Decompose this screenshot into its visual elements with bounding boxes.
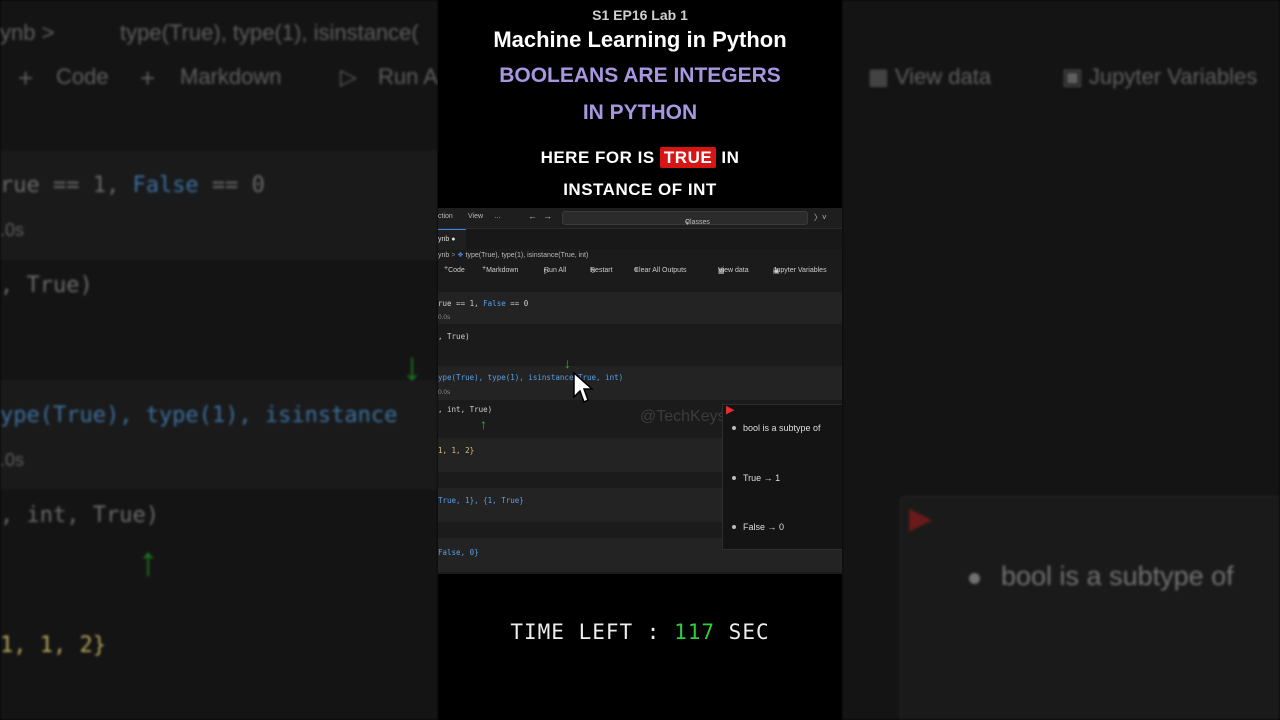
- exec-time: 0.0s: [438, 389, 451, 396]
- bg-output-1: , True): [0, 273, 93, 298]
- bg-cell-1: [0, 150, 438, 260]
- bg-breadcrumb-cell: type(True), type(1), isinstance(: [120, 20, 419, 45]
- breadcrumb: ynb > ❖ type(True), type(1), isinstance(…: [438, 252, 589, 259]
- bg-jupyter-label: ▣ Jupyter Variables: [1062, 64, 1258, 89]
- bg-markdown-label: Markdown: [180, 64, 282, 89]
- bg-run-icon: ▷: [340, 64, 357, 89]
- output-text: , int, True): [438, 405, 493, 414]
- add-markdown-button[interactable]: + Markdown: [482, 265, 518, 274]
- bg-output-2: , int, True): [0, 503, 159, 528]
- bg-code-line-2: ype(True), type(1), isinstance: [0, 403, 398, 428]
- output-text: True, 1}, {1, True}: [438, 496, 524, 505]
- green-arrow-down-icon: ↓: [564, 355, 571, 371]
- bg-code-line-1: rue == 1, False == 0: [0, 173, 265, 198]
- back-arrow-icon[interactable]: ←: [528, 211, 537, 221]
- headline-line-1: BOOLEANS ARE INTEGERS: [499, 64, 781, 87]
- bg-variables-icon: ▣: [1062, 64, 1089, 89]
- unsaved-dot-icon: ●: [451, 236, 456, 243]
- tooltip-item: True → 1: [732, 473, 780, 483]
- tooltip-item: False → 0: [732, 522, 784, 532]
- output-text: False, 0}: [438, 548, 479, 557]
- menu-item-view[interactable]: View: [468, 213, 483, 220]
- menu-item-selection[interactable]: ction: [438, 213, 453, 220]
- tooltip-item: bool is a subtype of: [732, 423, 821, 433]
- mouse-cursor-icon: [573, 371, 594, 404]
- add-code-button[interactable]: + Code: [444, 265, 465, 274]
- notebook-editor: ction View … ← → ⚲ Classes 〉˅ ynb ● ynb …: [438, 208, 842, 574]
- forward-arrow-icon[interactable]: →: [543, 211, 552, 221]
- green-arrow-up-icon: ↑: [480, 416, 487, 432]
- bg-exec-time-1: .0s: [0, 220, 25, 240]
- caption-highlight: TRUE: [659, 147, 717, 168]
- hover-tooltip: ▶ bool is a subtype of True → 1 False → …: [722, 404, 842, 550]
- code-line: rue == 1, False == 0: [438, 299, 529, 308]
- bg-flag-icon: ▶: [909, 502, 933, 535]
- background-left-panel: ynb > type(True), type(1), isinstance( +…: [0, 0, 438, 720]
- bg-view-data-label: ▦ View data: [868, 64, 992, 89]
- copilot-icon[interactable]: 〉˅: [814, 212, 827, 223]
- bg-output-3: 1, 1, 2}: [0, 633, 106, 658]
- bg-plus-icon: +: [140, 63, 156, 93]
- bg-plus-icon: +: [18, 63, 34, 93]
- bg-code-label: Code: [56, 64, 109, 89]
- bg-tooltip: ▶ bool is a subtype of: [900, 496, 1280, 720]
- output-text: 1, 1, 2}: [438, 446, 475, 455]
- course-title: Machine Learning in Python: [493, 27, 787, 52]
- caption-line-2: INSTANCE OF INT: [563, 180, 717, 199]
- bg-breadcrumb: ynb >: [0, 20, 55, 45]
- timer-value: 117: [674, 620, 716, 644]
- episode-label: S1 EP16 Lab 1: [592, 7, 688, 23]
- tab-notebook[interactable]: ynb ●: [438, 229, 466, 250]
- headline-line-2: IN PYTHON: [582, 101, 698, 124]
- tab-bar: ynb ●: [438, 229, 842, 250]
- command-search-input[interactable]: ⚲ Classes: [562, 211, 808, 226]
- bg-table-icon: ▦: [868, 64, 895, 89]
- bg-tooltip-text: bool is a subtype of: [1001, 561, 1234, 591]
- menu-bar: ction View … ← → ⚲ Classes 〉˅: [438, 208, 842, 229]
- code-cell-2[interactable]: ype(True), type(1), isinstance(True, int…: [438, 366, 842, 400]
- bg-exec-time-2: .0s: [0, 450, 25, 470]
- python-icon: ❖: [457, 252, 464, 259]
- center-video-strip: S1 EP16 Lab 1 Machine Learning in Python…: [438, 0, 842, 720]
- code-cell-1[interactable]: rue == 1, False == 0 0.0s: [438, 292, 842, 324]
- bg-cell-2: [0, 380, 438, 490]
- countdown-timer: TIME LEFT : 117 SEC: [510, 620, 770, 644]
- background-right-panel: ▦ View data ▣ Jupyter Variables ▶ bool i…: [842, 0, 1280, 720]
- bg-green-arrow-up-icon: ↑: [138, 540, 158, 584]
- menu-item-more[interactable]: …: [494, 213, 501, 220]
- output-cell-1: , True): [438, 324, 842, 364]
- notebook-toolbar: + Code + Markdown ▷ Run All ↻ Restart ≡ …: [444, 265, 827, 275]
- bg-run-label: Run A: [378, 64, 438, 89]
- output-text: , True): [438, 332, 470, 341]
- exec-time: 0.0s: [438, 314, 451, 321]
- flag-icon: ▶: [726, 404, 735, 416]
- bg-bullet: [969, 573, 980, 584]
- caption-line-1: HERE FOR IS TRUE IN: [540, 147, 740, 168]
